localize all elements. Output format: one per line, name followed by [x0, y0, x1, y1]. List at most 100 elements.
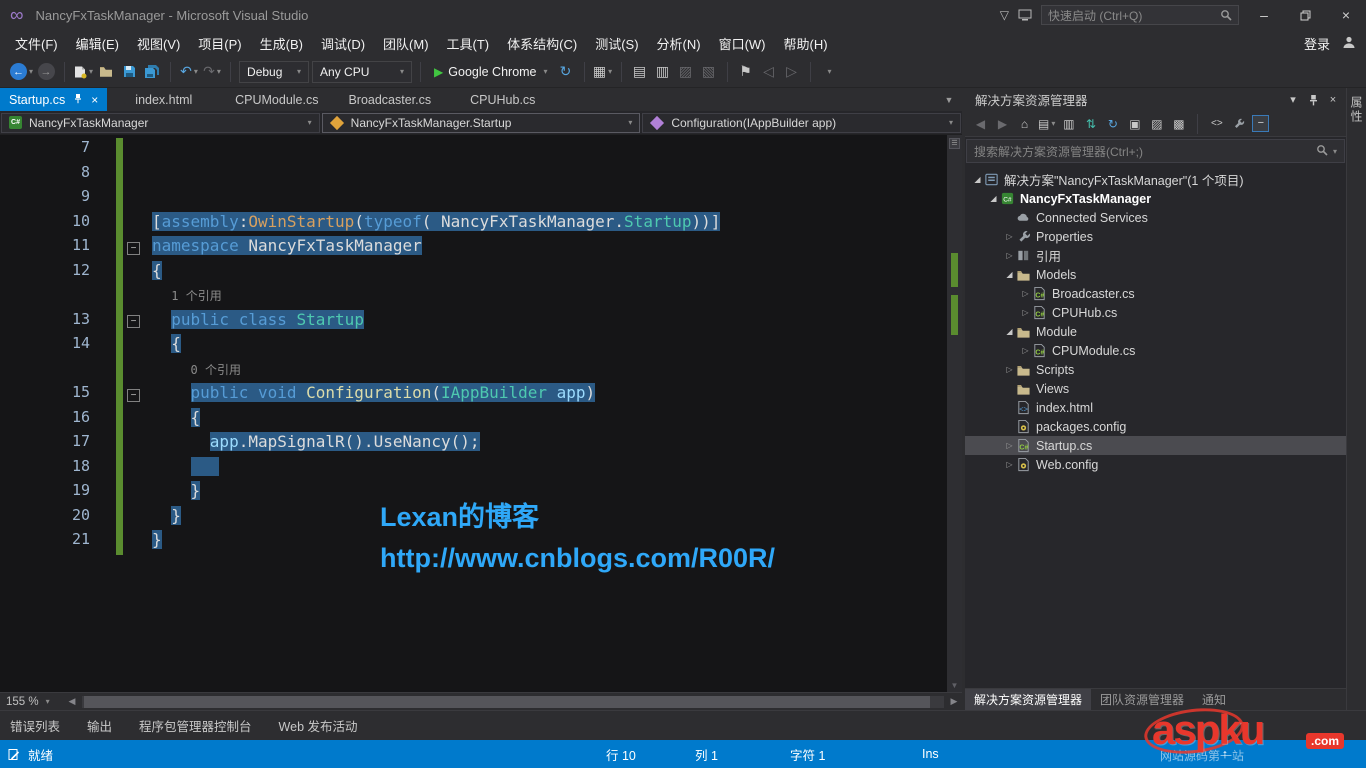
- tree-item-6[interactable]: ▷ C# Broadcaster.cs: [965, 284, 1346, 303]
- menu-item-11[interactable]: 窗口(W): [710, 30, 775, 57]
- scroll-right-arrow-icon[interactable]: ▶: [946, 696, 962, 707]
- tree-item-11[interactable]: Views: [965, 379, 1346, 398]
- menu-item-1[interactable]: 编辑(E): [67, 30, 128, 57]
- quick-launch-input[interactable]: 快速启动 (Ctrl+Q): [1041, 5, 1239, 25]
- toolbar-overflow-button[interactable]: ▾: [819, 60, 839, 84]
- refresh-browser-button[interactable]: ↻: [556, 60, 576, 84]
- tree-item-0[interactable]: ◢ 解决方案"NancyFxTaskManager"(1 个项目): [965, 170, 1346, 189]
- vertical-scrollbar[interactable]: ▲ ▼: [947, 135, 962, 692]
- tree-item-15[interactable]: ▷ Web.config: [965, 455, 1346, 474]
- expand-arrow-icon[interactable]: ▷: [1003, 365, 1016, 374]
- expand-arrow-icon[interactable]: ▷: [1019, 308, 1032, 317]
- menu-item-12[interactable]: 帮助(H): [775, 30, 837, 57]
- collapse-region-icon[interactable]: −: [127, 388, 140, 402]
- show-all-files-button[interactable]: ▨: [1148, 114, 1165, 134]
- close-button[interactable]: ×: [1330, 3, 1362, 27]
- sign-in-link[interactable]: 登录: [1304, 34, 1330, 53]
- sync-with-active-document-button[interactable]: ⇅: [1082, 114, 1099, 134]
- comment-button[interactable]: ▨: [676, 60, 696, 84]
- window-menu-icon[interactable]: ▾: [1284, 91, 1302, 109]
- menu-item-7[interactable]: 工具(T): [438, 30, 499, 57]
- switch-views-button[interactable]: ▤ ▾: [1038, 114, 1055, 134]
- tree-item-5[interactable]: ◢ Models: [965, 265, 1346, 284]
- expand-arrow-icon[interactable]: ▷: [1019, 289, 1032, 298]
- bottom-tab-0[interactable]: 错误列表: [10, 716, 60, 735]
- feedback-icon[interactable]: ▽: [1000, 8, 1009, 22]
- close-panel-icon[interactable]: ×: [1324, 91, 1342, 109]
- pin-icon[interactable]: [1304, 91, 1322, 109]
- tree-item-9[interactable]: ▷ C# CPUModule.cs: [965, 341, 1346, 360]
- editor-tab-0[interactable]: Startup.cs ×: [0, 88, 108, 111]
- open-file-button[interactable]: [96, 60, 116, 84]
- scroll-left-arrow-icon[interactable]: ◀: [64, 696, 80, 707]
- project-dropdown[interactable]: C# NancyFxTaskManager ▾: [1, 112, 320, 133]
- bottom-tab-2[interactable]: 程序包管理器控制台: [139, 716, 252, 735]
- menu-item-8[interactable]: 体系结构(C): [498, 30, 586, 57]
- screen-icon[interactable]: [1018, 9, 1032, 21]
- menu-item-6[interactable]: 团队(M): [374, 30, 438, 57]
- undo-button[interactable]: ↶ ▾: [179, 60, 199, 84]
- expand-arrow-icon[interactable]: ▷: [1019, 346, 1032, 355]
- collapse-arrow-icon[interactable]: ◢: [971, 175, 984, 184]
- collapse-all-button[interactable]: ▣: [1126, 114, 1143, 134]
- tree-item-1[interactable]: ◢ C# NancyFxTaskManager: [965, 189, 1346, 208]
- tree-item-13[interactable]: packages.config: [965, 417, 1346, 436]
- expand-arrow-icon[interactable]: ▷: [1003, 251, 1016, 260]
- tree-item-14[interactable]: ▷ C# Startup.cs: [965, 436, 1346, 455]
- zoom-select[interactable]: 155 % ▾: [0, 693, 64, 711]
- browser-link-button[interactable]: ▦ ▾: [593, 60, 613, 84]
- editor-tab-1[interactable]: index.html: [107, 88, 220, 111]
- bookmark-button[interactable]: ⚑: [736, 60, 756, 84]
- tool-window-tab-0[interactable]: 解决方案资源管理器: [965, 689, 1092, 710]
- type-dropdown[interactable]: NancyFxTaskManager.Startup ▾: [321, 112, 641, 133]
- menu-item-10[interactable]: 分析(N): [648, 30, 710, 57]
- decrease-indent-button[interactable]: ▤: [630, 60, 650, 84]
- save-button[interactable]: [119, 60, 139, 84]
- collapse-arrow-icon[interactable]: ◢: [1003, 327, 1016, 336]
- menu-item-2[interactable]: 视图(V): [128, 30, 189, 57]
- tree-item-8[interactable]: ◢ Module: [965, 322, 1346, 341]
- user-avatar-icon[interactable]: [1342, 35, 1356, 52]
- expand-arrow-icon[interactable]: ▷: [1003, 460, 1016, 469]
- code-editor[interactable]: 7 8 9 10 [assembly:OwinStartup(typeof( Nancy…: [0, 135, 962, 692]
- expand-arrow-icon[interactable]: ▷: [1003, 232, 1016, 241]
- bottom-tab-3[interactable]: Web 发布活动: [279, 716, 358, 735]
- bottom-tab-1[interactable]: 输出: [87, 716, 112, 735]
- uncomment-button[interactable]: ▧: [699, 60, 719, 84]
- scroll-down-arrow-icon[interactable]: ▼: [947, 679, 962, 692]
- solution-search-input[interactable]: 搜索解决方案资源管理器(Ctrl+;) ▾: [966, 139, 1345, 163]
- tree-item-12[interactable]: <> index.html: [965, 398, 1346, 417]
- solution-forward-button[interactable]: ▶: [994, 114, 1011, 134]
- horizontal-scroll-thumb[interactable]: [84, 695, 930, 708]
- increase-indent-button[interactable]: ▥: [653, 60, 673, 84]
- next-bookmark-button[interactable]: ▷: [782, 60, 802, 84]
- view-code-button[interactable]: <>: [1208, 114, 1225, 134]
- menu-item-3[interactable]: 项目(P): [189, 30, 250, 57]
- debug-config-select[interactable]: Debug ▾: [239, 60, 310, 83]
- pending-changes-filter-button[interactable]: ▥: [1060, 114, 1077, 134]
- editor-tab-4[interactable]: CPUHub.cs: [446, 88, 559, 111]
- menu-item-9[interactable]: 测试(S): [586, 30, 647, 57]
- editor-splitter-handle[interactable]: ☰: [949, 138, 960, 149]
- tree-item-10[interactable]: ▷ Scripts: [965, 360, 1346, 379]
- refresh-button[interactable]: ↻: [1104, 114, 1121, 134]
- properties-button[interactable]: ▩: [1170, 114, 1187, 134]
- new-project-button[interactable]: ▾: [73, 60, 93, 84]
- platform-select[interactable]: Any CPU ▾: [312, 60, 413, 83]
- tree-item-2[interactable]: Connected Services: [965, 208, 1346, 227]
- horizontal-scrollbar[interactable]: [82, 695, 944, 708]
- minimize-button[interactable]: –: [1248, 3, 1280, 27]
- wrench-icon[interactable]: [1230, 114, 1247, 134]
- tree-item-3[interactable]: ▷ Properties: [965, 227, 1346, 246]
- collapse-region-icon[interactable]: −: [127, 241, 140, 255]
- navigate-forward-button[interactable]: →: [36, 60, 56, 84]
- menu-item-0[interactable]: 文件(F): [6, 30, 67, 57]
- start-debug-button[interactable]: ▶ Google Chrome ▾: [429, 60, 553, 84]
- menu-item-5[interactable]: 调试(D): [312, 30, 374, 57]
- tab-list-dropdown-icon[interactable]: ▼: [936, 88, 962, 111]
- tree-item-4[interactable]: ▷ 引用: [965, 246, 1346, 265]
- collapse-region-icon[interactable]: −: [127, 315, 140, 329]
- home-button[interactable]: ⌂: [1016, 114, 1033, 134]
- tab-close-icon[interactable]: ×: [91, 93, 98, 107]
- navigate-back-button[interactable]: ← ▾: [10, 60, 33, 84]
